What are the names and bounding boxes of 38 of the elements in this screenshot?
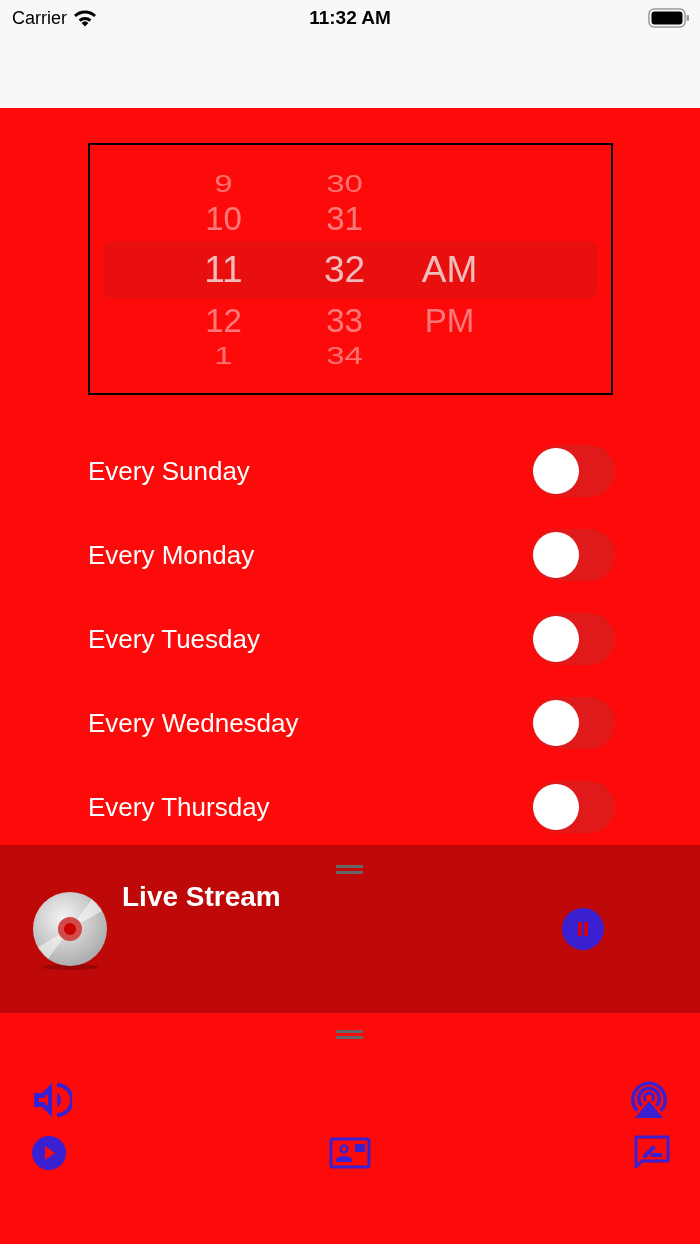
play-icon[interactable] [32,1136,66,1170]
day-label: Every Thursday [88,791,270,823]
day-label: Every Tuesday [88,623,260,655]
carrier-label: Carrier [12,7,67,29]
toggle-switch[interactable] [532,529,615,581]
picker-value[interactable]: 30 [326,170,363,198]
contact-card-icon[interactable] [329,1137,371,1169]
picker-value[interactable]: 9 [214,170,233,198]
picker-value[interactable]: PM [424,302,475,340]
volume-icon[interactable] [32,1081,72,1119]
wifi-icon [73,9,97,27]
day-label: Every Sunday [88,455,250,487]
picker-value[interactable]: 34 [326,342,363,370]
stream-title: Live Stream [122,881,281,913]
picker-value[interactable]: AM [421,249,478,291]
picker-value[interactable]: 11 [204,249,243,291]
toggle-switch[interactable] [532,445,615,497]
day-label: Every Wednesday [88,707,299,739]
pause-button[interactable] [562,908,604,950]
battery-icon [648,8,690,28]
disc-icon [32,891,108,971]
airplay-icon[interactable] [628,1080,670,1120]
time-picker[interactable]: 9 10 11 12 1 30 31 32 33 34 AM PM [87,143,613,395]
day-label: Every Monday [88,539,255,571]
toggle-switch[interactable] [532,697,615,749]
picker-value[interactable]: 31 [326,200,363,238]
clock-time: 11:32 AM [309,7,391,29]
pause-icon [576,921,590,937]
toggle-switch[interactable] [532,613,615,665]
edit-comment-icon[interactable] [634,1135,670,1171]
picker-value[interactable]: 33 [326,302,363,340]
picker-value[interactable]: 10 [205,200,242,238]
drag-handle[interactable] [336,865,363,874]
picker-value[interactable]: 1 [214,342,233,370]
picker-value[interactable]: 12 [205,302,242,340]
drag-handle[interactable] [336,1030,363,1039]
picker-value[interactable]: 32 [323,249,366,291]
toggle-switch[interactable] [532,781,615,833]
